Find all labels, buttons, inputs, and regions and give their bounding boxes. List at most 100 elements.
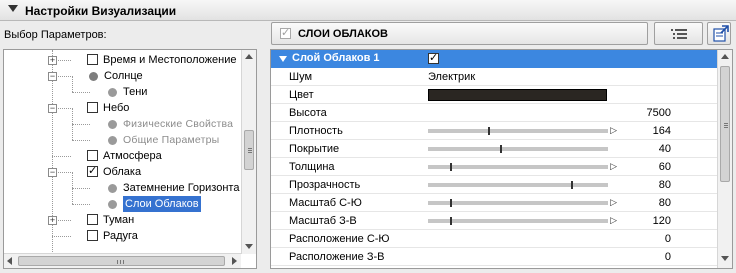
property-value[interactable]: 60 [611, 161, 671, 173]
export-button[interactable] [707, 22, 731, 45]
slider-handle[interactable] [450, 217, 452, 225]
property-row[interactable]: Расположение С-Ю 0 [271, 230, 717, 248]
property-slider[interactable] [428, 145, 608, 153]
property-row[interactable]: Высота 7500 [271, 104, 717, 122]
tree-checkbox[interactable] [87, 54, 98, 65]
tree-item[interactable]: + Время и Местоположение [4, 52, 241, 68]
grid-scroll-thumb[interactable] [720, 66, 730, 182]
property-row[interactable]: Прозрачность 80 [271, 176, 717, 194]
scroll-right-icon[interactable] [232, 257, 237, 265]
property-name: Масштаб З-В [289, 215, 357, 227]
slider-handle[interactable] [488, 127, 490, 135]
tree-item[interactable]: Атмосфера [4, 148, 241, 164]
layer-collapse-icon[interactable] [279, 56, 287, 62]
tree-item-label: Общие Параметры [123, 134, 220, 146]
property-value[interactable]: 164 [611, 125, 671, 137]
tree-item[interactable]: − ✓ Облака [4, 164, 241, 180]
property-grid: Слой Облаков 1 ✓ Шум Электрик Цвет Высота 75… [270, 49, 733, 269]
scroll-thumb[interactable] [244, 130, 254, 170]
property-value[interactable]: 80 [611, 197, 671, 209]
tree-item[interactable]: Физические Свойства [4, 108, 241, 132]
tree-checkbox[interactable] [87, 230, 98, 241]
property-slider[interactable]: ▷ [428, 162, 617, 171]
tree-vertical-scrollbar[interactable] [241, 50, 256, 254]
grid-vertical-scrollbar[interactable] [717, 50, 732, 268]
collapse-icon[interactable]: − [48, 168, 57, 177]
tree-horizontal-scrollbar[interactable] [4, 253, 241, 268]
tree-item-label: Радуга [103, 230, 138, 242]
expand-icon[interactable]: + [48, 56, 57, 65]
property-row[interactable]: Толщина ▷ 60 [271, 158, 717, 176]
tree-item-label: Туман [103, 214, 135, 226]
collapse-icon[interactable]: − [48, 72, 57, 81]
color-swatch[interactable] [428, 89, 607, 101]
property-value[interactable]: 0 [611, 251, 671, 263]
section-selector[interactable]: ✓ СЛОИ ОБЛАКОВ [271, 22, 648, 45]
property-value[interactable]: 7500 [611, 107, 671, 119]
scroll-down-icon[interactable] [245, 244, 253, 249]
tree-item[interactable]: Затемнение Горизонта [4, 172, 241, 196]
property-value[interactable]: 120 [611, 215, 671, 227]
layer-enable-checkbox[interactable]: ✓ [428, 53, 439, 64]
property-row[interactable]: Шум Электрик [271, 68, 717, 86]
tree-item[interactable]: − Солнце [4, 68, 241, 84]
property-value-text[interactable]: Электрик [428, 71, 475, 83]
tree-checkbox[interactable] [87, 214, 98, 225]
tree-item[interactable]: Слои Облаков [4, 188, 241, 212]
bullet-icon [108, 184, 117, 193]
bullet-icon [108, 120, 117, 129]
property-name: Прозрачность [289, 179, 361, 191]
property-row[interactable]: Плотность ▷ 164 [271, 122, 717, 140]
tree-item-label: Облака [103, 166, 142, 178]
tree-item[interactable]: Радуга [4, 228, 241, 244]
tree-checkbox[interactable] [87, 150, 98, 161]
property-name: Покрытие [289, 143, 340, 155]
property-name: Масштаб С-Ю [289, 197, 362, 209]
section-enable-checkbox[interactable]: ✓ [280, 28, 291, 39]
property-slider[interactable]: ▷ [428, 126, 617, 135]
hscroll-thumb[interactable] [18, 256, 225, 266]
panel-title: Настройки Визуализации [25, 4, 177, 18]
property-value[interactable]: 0 [611, 233, 671, 245]
collapse-triangle-icon[interactable] [8, 5, 18, 12]
tree-item[interactable]: − Небо [4, 100, 241, 116]
property-value[interactable]: 40 [611, 143, 671, 155]
property-slider[interactable]: ▷ [428, 216, 617, 225]
property-slider[interactable]: ▷ [428, 198, 617, 207]
slider-handle[interactable] [450, 163, 452, 171]
property-name: Плотность [289, 125, 343, 137]
tree-item[interactable]: Общие Параметры [4, 124, 241, 148]
property-name: Цвет [289, 89, 314, 101]
tree-item-label: Солнце [104, 70, 143, 82]
scroll-left-icon[interactable] [7, 257, 12, 265]
tree-item[interactable]: + Туман [4, 212, 241, 228]
layer-header[interactable]: Слой Облаков 1 ✓ [271, 50, 717, 68]
section-title: СЛОИ ОБЛАКОВ [298, 28, 388, 40]
property-row[interactable]: Расположение З-В 0 [271, 248, 717, 266]
collapse-icon[interactable]: − [48, 104, 57, 113]
property-row[interactable]: Масштаб З-В ▷ 120 [271, 212, 717, 230]
property-name: Толщина [289, 161, 335, 173]
slider-handle[interactable] [450, 199, 452, 207]
tree-item[interactable]: Тени [4, 76, 241, 100]
tree-checkbox[interactable]: ✓ [87, 166, 98, 177]
tree-item-label: Тени [123, 86, 148, 98]
tree-item-label: Время и Местоположение [103, 54, 237, 66]
property-row[interactable]: Масштаб С-Ю ▷ 80 [271, 194, 717, 212]
list-view-button[interactable] [654, 22, 703, 45]
tree-item-label: Затемнение Горизонта [123, 182, 240, 194]
property-value[interactable]: 80 [611, 179, 671, 191]
property-name: Расположение С-Ю [289, 233, 390, 245]
panel-header[interactable]: Настройки Визуализации [0, 0, 736, 21]
slider-handle[interactable] [500, 145, 502, 153]
slider-handle[interactable] [571, 181, 573, 189]
scroll-up-icon[interactable] [245, 54, 253, 59]
property-row[interactable]: Цвет [271, 86, 717, 104]
property-slider[interactable] [428, 181, 608, 189]
grid-scroll-up-icon[interactable] [721, 54, 729, 59]
tree-checkbox[interactable] [87, 102, 98, 113]
bullet-icon [108, 88, 117, 97]
property-row[interactable]: Покрытие 40 [271, 140, 717, 158]
grid-scroll-down-icon[interactable] [721, 256, 729, 261]
expand-icon[interactable]: + [48, 216, 57, 225]
